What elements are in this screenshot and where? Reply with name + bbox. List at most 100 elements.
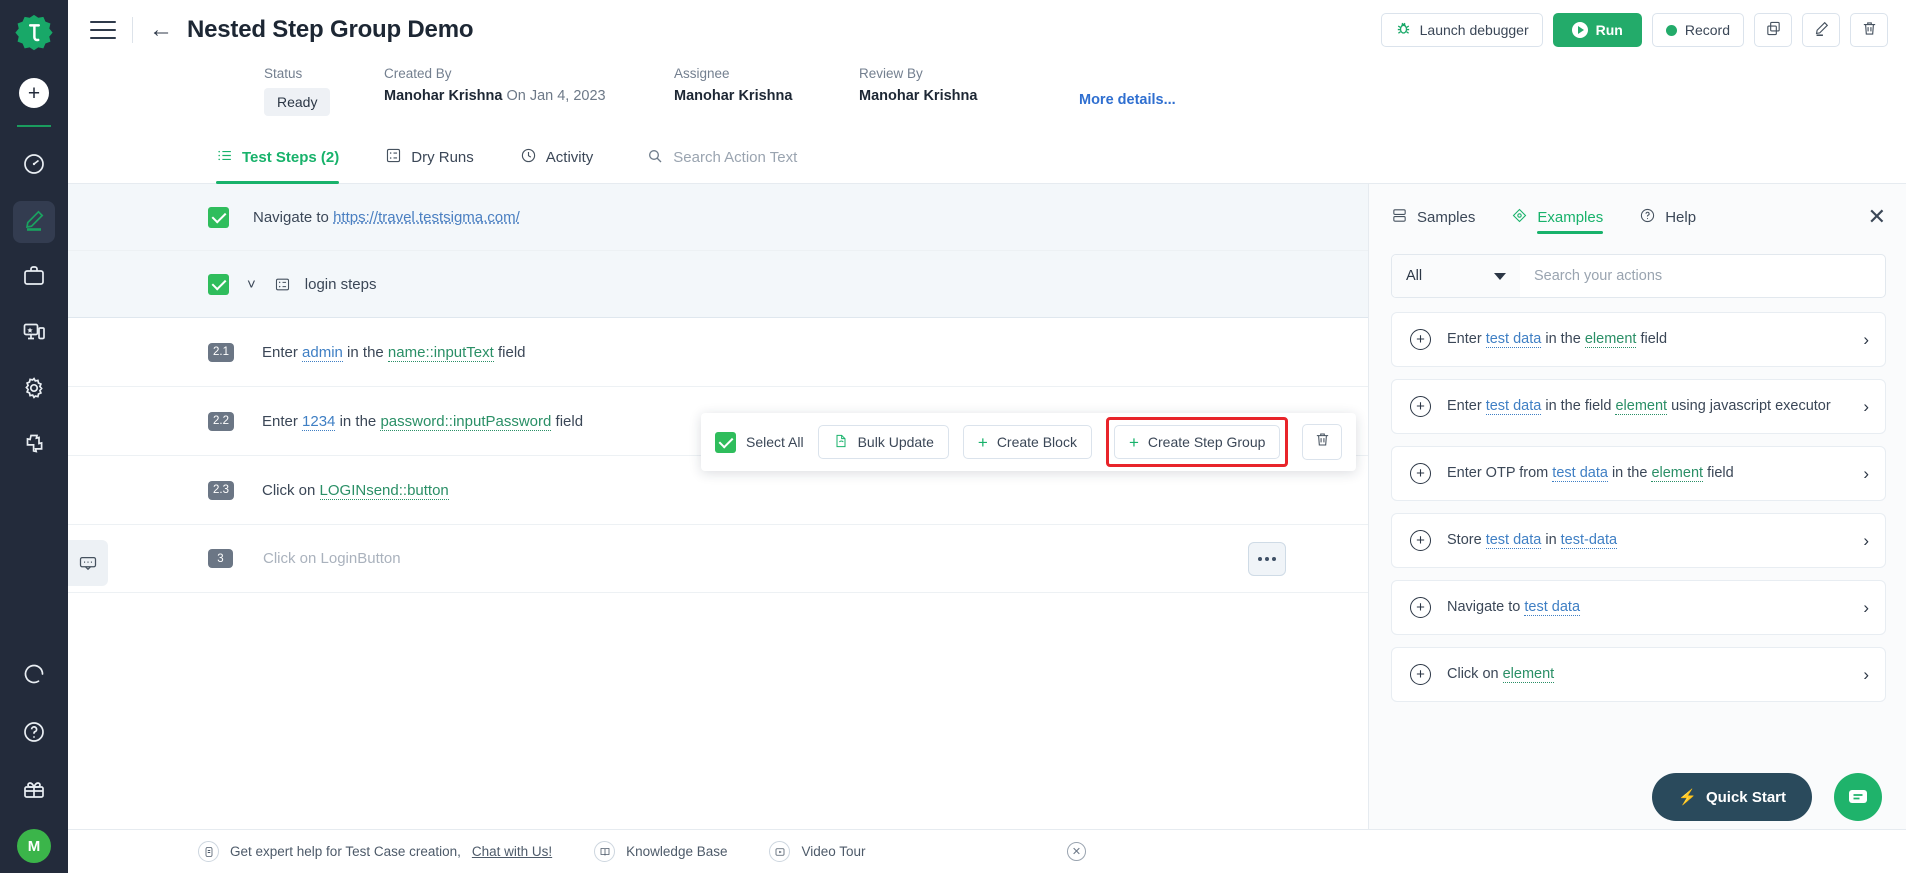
test-data-token[interactable]: test data [1485,398,1542,416]
delete-button[interactable] [1850,13,1888,47]
step-group-icon [274,276,291,293]
sidebar-item-settings[interactable] [13,369,55,411]
sidebar-item-help[interactable] [13,713,55,755]
element-token[interactable]: element [1584,331,1637,349]
step-group-row[interactable]: ˅ login steps [68,251,1368,318]
search-icon [647,148,663,168]
create-block-button[interactable]: + Create Block [962,425,1092,459]
knowledge-base-item[interactable]: Knowledge Base [594,841,727,862]
actions-filter-dropdown[interactable]: All [1392,255,1520,297]
test-data-token[interactable]: 1234 [302,412,336,431]
tab-dry-runs[interactable]: Dry Runs [385,132,474,184]
search-action-text[interactable]: Search Action Text [647,148,797,168]
run-button[interactable]: Run [1552,13,1642,47]
chevron-right-icon[interactable]: › [1863,397,1869,417]
quick-start-button[interactable]: ⚡ Quick Start [1652,773,1812,821]
add-circle-icon[interactable]: + [1410,463,1431,484]
element-token[interactable]: LOGINsend::button [319,481,449,500]
bulk-delete-button[interactable] [1302,424,1343,460]
example-card[interactable]: + Click on element › [1391,647,1886,702]
example-card[interactable]: + Enter test data in the element field › [1391,312,1886,367]
chevron-right-icon[interactable]: › [1863,598,1869,618]
sidebar-item-test-plans[interactable] [13,257,55,299]
sub-step-row-2-1[interactable]: 2.1 Enter admin in the name::inputText f… [68,318,1368,387]
step-checkbox[interactable] [208,206,229,228]
back-arrow-icon[interactable]: ← [149,18,173,42]
sidebar-item-dashboard[interactable] [13,145,55,187]
element-token[interactable]: password::inputPassword [380,412,552,431]
test-step-row-1[interactable]: Navigate to https://travel.testsigma.com… [68,184,1368,251]
chevron-right-icon[interactable]: › [1863,531,1869,551]
example-card[interactable]: + Store test data in test-data › [1391,513,1886,568]
chat-with-us-link[interactable]: Chat with Us! [472,844,552,859]
more-details-link[interactable]: More details... [1079,92,1176,108]
new-step-placeholder-row[interactable]: 3 Click on LoginButton [68,525,1368,593]
close-icon[interactable]: ✕ [1868,206,1886,228]
tab-activity-label: Activity [545,149,594,166]
chevron-right-icon[interactable]: › [1863,665,1869,685]
example-text: Navigate to test data [1447,597,1853,617]
sidebar-item-addons[interactable] [13,425,55,467]
record-button[interactable]: Record [1651,13,1744,47]
element-token[interactable]: element [1615,398,1668,416]
sidebar-item-test-development[interactable] [13,201,55,243]
element-token[interactable]: element [1502,666,1555,684]
chevron-right-icon[interactable]: › [1863,464,1869,484]
example-card[interactable]: + Navigate to test data › [1391,580,1886,635]
add-circle-icon[interactable]: + [1410,329,1431,350]
tab-activity[interactable]: Activity [520,132,594,184]
test-data-token[interactable]: test data [1524,599,1581,617]
launch-debugger-button[interactable]: Launch debugger [1380,13,1543,47]
rail-bottom-items: M [0,655,68,863]
test-data-token[interactable]: test data [1485,532,1542,550]
add-circle-icon[interactable]: + [1410,597,1431,618]
example-card[interactable]: + Enter OTP from test data in the elemen… [1391,446,1886,501]
meta-more-details: More details... [1079,66,1176,108]
add-circle-icon[interactable]: + [1410,396,1431,417]
create-step-group-button[interactable]: + Create Step Group [1113,425,1281,459]
expert-help-item[interactable]: Get expert help for Test Case creation, … [198,841,552,862]
hamburger-icon[interactable] [90,21,116,39]
testsigma-logo-icon[interactable] [12,12,56,56]
tab-samples-label: Samples [1417,208,1476,226]
user-avatar[interactable]: M [17,829,51,863]
test-data-token[interactable]: test data [1552,465,1608,483]
select-all-checkbox[interactable] [715,431,736,453]
chevron-right-icon[interactable]: › [1863,330,1869,350]
video-play-icon [769,841,791,862]
test-data-token[interactable]: admin [302,343,343,362]
sidebar-item-whats-new[interactable] [13,771,55,813]
tab-examples[interactable]: Examples [1511,184,1603,250]
test-data-token[interactable]: test-data [1560,532,1618,550]
chevron-down-icon[interactable]: ˅ [247,276,256,293]
add-circle-icon[interactable]: + [1410,530,1431,551]
add-circle-icon[interactable]: + [1410,664,1431,685]
example-card[interactable]: + Enter test data in the field element u… [1391,379,1886,434]
play-icon [1571,22,1588,38]
more-options-icon[interactable] [1248,541,1286,576]
sidebar-item-test-lab[interactable] [13,313,55,355]
video-tour-item[interactable]: Video Tour [769,841,866,862]
tab-samples[interactable]: Samples [1391,184,1475,250]
select-all-control[interactable]: Select All [715,431,804,453]
copy-button[interactable] [1754,13,1792,47]
step-group-checkbox[interactable] [208,273,229,295]
quick-start-label: Quick Start [1705,788,1786,806]
page-title: Nested Step Group Demo [187,16,474,43]
step-url-link[interactable]: https://travel.testsigma.com/ [333,209,520,226]
content-region: Navigate to https://travel.testsigma.com… [68,184,1906,829]
tab-test-steps[interactable]: Test Steps (2) [216,132,340,184]
edit-button[interactable] [1802,13,1840,47]
tab-help[interactable]: Help [1639,184,1696,250]
rail-primary-items [0,145,68,467]
element-token[interactable]: name::inputText [387,343,494,362]
chat-bubble-icon[interactable] [1834,773,1882,821]
comment-icon[interactable] [68,540,108,586]
element-token[interactable]: element [1651,465,1704,483]
add-new-button[interactable]: + [19,78,49,108]
actions-search-input[interactable] [1520,255,1885,297]
test-data-token[interactable]: test data [1485,331,1542,349]
bulk-update-button[interactable]: Bulk Update [817,425,949,459]
close-circle-icon[interactable]: ✕ [1067,842,1086,861]
sidebar-item-activity[interactable] [13,655,55,697]
